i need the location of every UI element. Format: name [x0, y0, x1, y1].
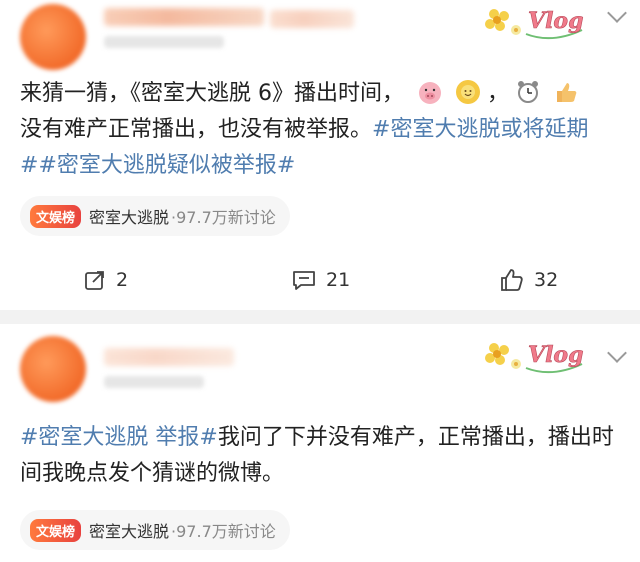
post-actions-bar: 2 21 32 — [0, 262, 640, 298]
chevron-down-icon[interactable] — [607, 343, 627, 363]
hot-topic-chip[interactable]: 文娱榜 密室大逃脱 ·97.7万新讨论 — [20, 196, 290, 236]
share-icon — [85, 271, 104, 290]
hot-topic-chip[interactable]: 文娱榜 密室大逃脱 ·97.7万新讨论 — [20, 510, 290, 550]
hot-topic-count: ·97.7万新讨论 — [171, 522, 276, 541]
share-button[interactable]: 2 — [84, 262, 128, 298]
hot-list-tag: 文娱榜 — [30, 518, 82, 542]
post-text: 来猜一猜，《密室大逃脱 6》播出时间， ， 没有难产正常播出，也没有被举报。 #密… — [20, 76, 624, 184]
post-text-part3: 没有难产正常播出，也没有被举报。 — [20, 117, 373, 142]
weibo-post-1: Vlog 来猜一猜，《密室大逃脱 6》播出时间， ， 没有难产正常播出，也没有被… — [0, 0, 640, 310]
hot-topic-name: 密室大逃脱 — [89, 522, 170, 541]
topic-link-report[interactable]: #密室大逃脱 举报# — [20, 425, 218, 450]
comment-count: 21 — [326, 269, 351, 291]
user-badges-blurred — [270, 10, 354, 28]
vlog-badge-icon: Vlog — [485, 342, 584, 374]
like-count: 32 — [534, 269, 559, 291]
user-avatar-blurred[interactable] — [20, 4, 86, 70]
share-count: 2 — [116, 269, 129, 291]
sunflower-emoji-icon — [456, 80, 480, 104]
alarm-clock-emoji-icon — [518, 81, 539, 103]
post-meta-blurred — [104, 376, 204, 388]
post-meta-blurred — [104, 36, 224, 48]
post-text-part2: ， — [487, 81, 510, 106]
chevron-down-icon[interactable] — [607, 3, 627, 23]
vlog-badge-label: Vlog — [528, 8, 583, 34]
topic-link-reported[interactable]: #密室大逃脱疑似被举报# — [38, 153, 295, 178]
weibo-post-2: Vlog #密室大逃脱 举报#我问了下并没有难产，正常播出，播出时间我晚点发个猜… — [0, 324, 640, 562]
vlog-badge-icon: Vlog — [485, 8, 584, 40]
post-text-part1: 来猜一猜，《密室大逃脱 6》播出时间， — [20, 81, 404, 106]
comment-button[interactable]: 21 — [292, 262, 350, 298]
user-avatar-blurred[interactable] — [20, 336, 86, 402]
post-text: #密室大逃脱 举报#我问了下并没有难产，正常播出，播出时间我晚点发个猜谜的微博。 — [20, 420, 624, 492]
thumbs-up-emoji-icon — [557, 83, 577, 102]
comment-icon — [293, 271, 315, 290]
like-icon — [501, 269, 523, 291]
like-button[interactable]: 32 — [500, 262, 558, 298]
hot-list-tag: 文娱榜 — [30, 204, 82, 228]
pig-face-emoji-icon — [419, 82, 441, 104]
vlog-badge-label: Vlog — [528, 342, 583, 368]
hot-topic-name: 密室大逃脱 — [89, 208, 170, 227]
hot-topic-count: ·97.7万新讨论 — [171, 208, 276, 227]
username-blurred[interactable] — [104, 348, 234, 366]
username-blurred[interactable] — [104, 8, 264, 26]
